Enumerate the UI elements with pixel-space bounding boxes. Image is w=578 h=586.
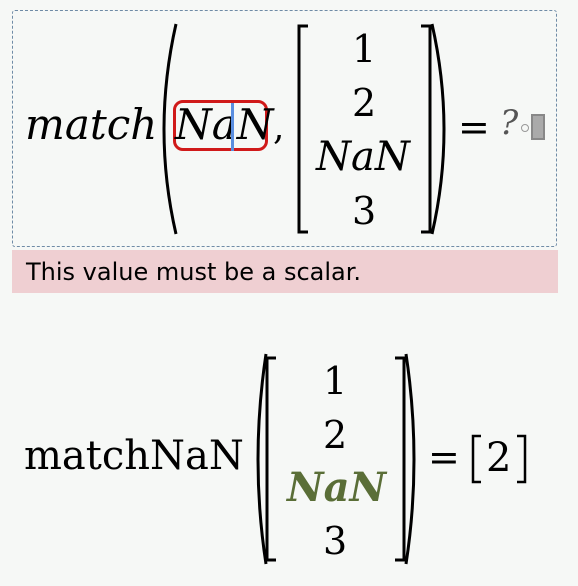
output-result: 2 <box>486 435 512 481</box>
output-vector-item-highlighted: NaN <box>287 464 387 511</box>
vector-item[interactable]: NaN <box>316 137 410 177</box>
function-name: match <box>25 100 158 149</box>
unit-dot-icon <box>521 124 529 132</box>
comma: , <box>273 107 285 148</box>
output-function-name: matchNaN <box>24 433 244 479</box>
vector-item[interactable]: 1 <box>352 30 376 68</box>
result-left-bracket <box>471 434 481 484</box>
argument-value: NaN <box>175 100 274 149</box>
right-paren <box>430 23 446 235</box>
output-right-paren <box>404 353 416 565</box>
result-right-bracket <box>517 434 527 484</box>
equals-sign: = <box>458 105 490 149</box>
left-bracket <box>297 24 308 234</box>
output-left-bracket <box>265 356 276 562</box>
result-placeholder: ? <box>500 103 519 143</box>
output-equals-sign: = <box>428 435 460 479</box>
vector-item[interactable]: 2 <box>352 84 376 122</box>
vector-item[interactable]: 3 <box>352 192 376 230</box>
output-vector-item: 3 <box>323 519 348 563</box>
resize-handle-icon[interactable] <box>531 114 545 140</box>
error-message: This value must be a scalar. <box>26 258 362 286</box>
output-vector-item: 1 <box>323 359 348 403</box>
output-vector-item: 2 <box>323 413 348 457</box>
text-cursor <box>231 103 234 151</box>
